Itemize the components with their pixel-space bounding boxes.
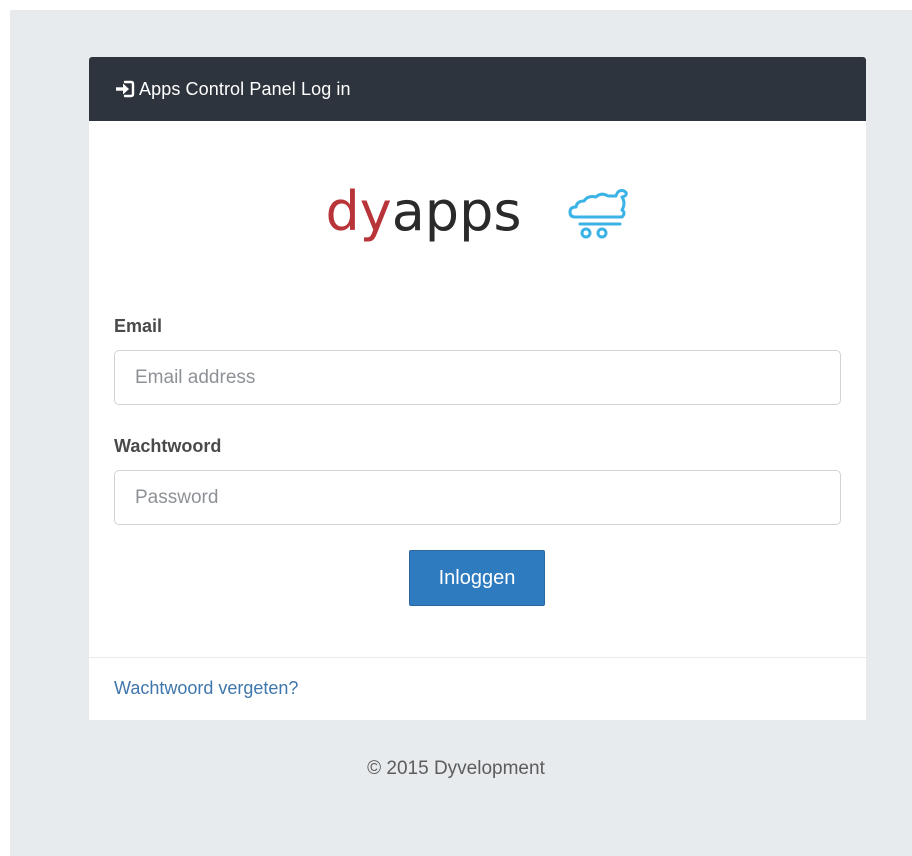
email-label: Email — [114, 316, 163, 336]
forgot-password-link[interactable]: Wachtwoord vergeten? — [114, 678, 298, 699]
login-button[interactable]: Inloggen — [409, 550, 545, 606]
password-label: Wachtwoord — [114, 436, 222, 456]
login-panel: Apps Control Panel Log in dyapps Email W… — [89, 57, 866, 720]
logo-wordmark-red: dy — [325, 180, 392, 243]
password-field[interactable] — [114, 470, 841, 525]
panel-header: Apps Control Panel Log in — [89, 57, 866, 121]
sign-in-icon — [115, 80, 135, 98]
panel-title: Apps Control Panel Log in — [139, 78, 351, 99]
logo-wordmark: dyapps — [325, 185, 521, 239]
logo-wordmark-dark: apps — [391, 180, 522, 243]
logo: dyapps — [89, 177, 866, 247]
cloud-cart-icon — [568, 189, 628, 239]
email-field[interactable] — [114, 350, 841, 405]
panel-divider — [89, 657, 866, 658]
footer-copyright: © 2015 Dyvelopment — [367, 758, 545, 779]
